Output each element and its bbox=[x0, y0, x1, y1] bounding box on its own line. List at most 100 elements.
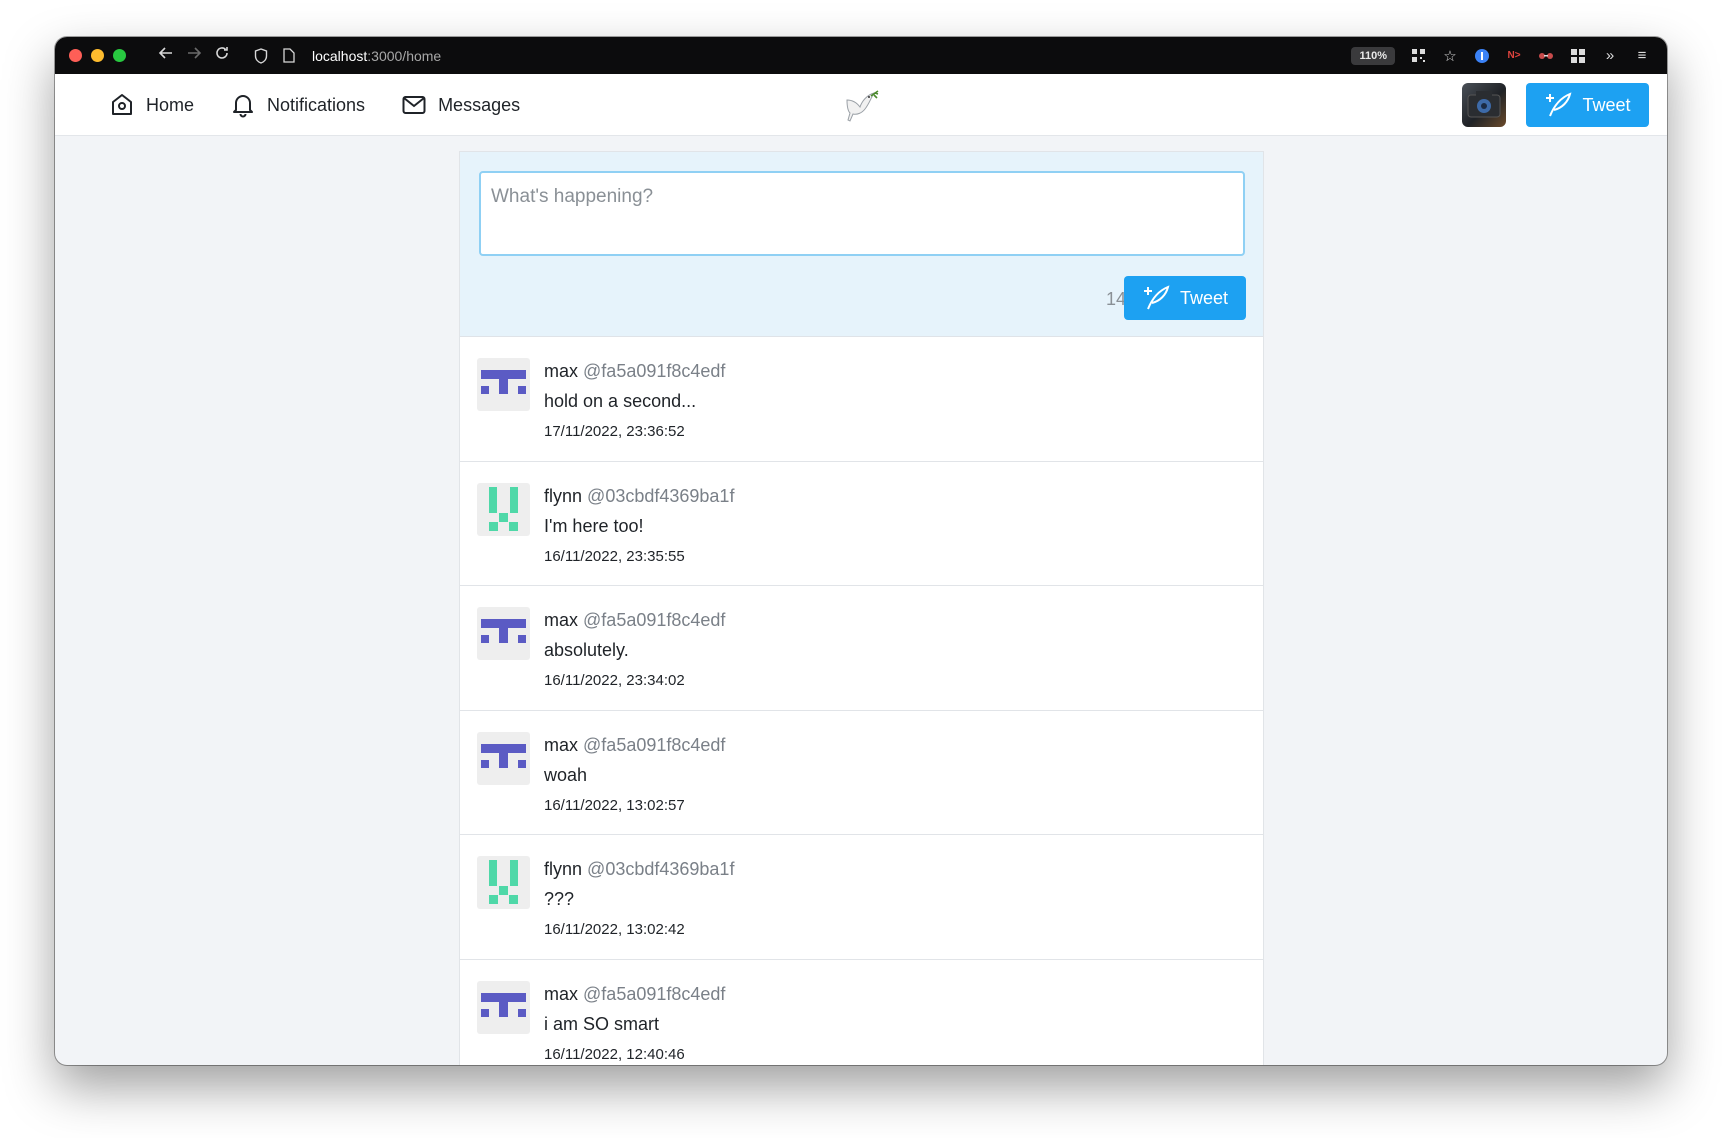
nav-links: Home Notifications Messages bbox=[109, 74, 520, 136]
nav-messages[interactable]: Messages bbox=[401, 92, 520, 118]
identicon-icon bbox=[489, 486, 518, 531]
forward-arrow-icon[interactable] bbox=[180, 37, 208, 74]
tweet-author-avatar[interactable] bbox=[477, 731, 530, 785]
tweet-header: flynn @03cbdf4369ba1f bbox=[544, 855, 734, 883]
tweet-composer: 140 Tweet bbox=[460, 152, 1263, 337]
tweet-list: max @fa5a091f8c4edf hold on a second... … bbox=[460, 337, 1263, 1065]
identicon-icon bbox=[481, 370, 526, 394]
extension-glasses-icon[interactable] bbox=[1537, 47, 1555, 65]
user-avatar[interactable] bbox=[1462, 83, 1506, 127]
tweet-body: max @fa5a091f8c4edf absolutely. 16/11/20… bbox=[544, 606, 725, 696]
bookmark-star-icon[interactable]: ☆ bbox=[1441, 47, 1459, 65]
extension-nd-icon[interactable]: N> bbox=[1505, 47, 1523, 65]
tweet-author-handle[interactable]: @fa5a091f8c4edf bbox=[583, 735, 725, 755]
tweet-button-header-label: Tweet bbox=[1582, 94, 1631, 115]
identicon-icon bbox=[481, 743, 526, 768]
tweet-author-avatar[interactable] bbox=[477, 482, 530, 536]
tweet-header: flynn @03cbdf4369ba1f bbox=[544, 482, 734, 510]
tweet-text: I'm here too! bbox=[544, 515, 644, 536]
tweet-item[interactable]: flynn @03cbdf4369ba1f ??? 16/11/2022, 13… bbox=[460, 835, 1263, 960]
tweet-text: woah bbox=[544, 764, 588, 785]
tweet-text: ??? bbox=[544, 889, 575, 909]
url-text[interactable]: localhost:3000/home bbox=[312, 48, 441, 64]
shield-icon[interactable] bbox=[250, 47, 272, 64]
back-arrow-icon[interactable] bbox=[152, 37, 180, 74]
toolbar-extensions: 110% ☆ N> » ≡ bbox=[1351, 46, 1651, 65]
address-bar[interactable]: localhost:3000/home bbox=[250, 48, 441, 64]
browser-window: localhost:3000/home 110% ☆ N> » ≡ Home N… bbox=[55, 37, 1667, 1065]
tweet-author-avatar[interactable] bbox=[477, 856, 530, 909]
tweet-author-handle[interactable]: @fa5a091f8c4edf bbox=[583, 984, 725, 1004]
feed: 140 Tweet max @fa5a091f8c4edf hold on a … bbox=[459, 151, 1264, 1065]
envelope-icon bbox=[402, 96, 426, 114]
tweet-item[interactable]: max @fa5a091f8c4edf woah 16/11/2022, 13:… bbox=[460, 711, 1263, 835]
home-icon bbox=[112, 94, 132, 115]
tweet-author-avatar[interactable] bbox=[477, 607, 530, 660]
identicon-icon bbox=[481, 992, 526, 1017]
minimize-window-button[interactable] bbox=[91, 49, 104, 62]
extensions-grid-icon[interactable] bbox=[1569, 47, 1587, 65]
tweet-submit-label: Tweet bbox=[1179, 287, 1229, 308]
tweet-item[interactable]: max @fa5a091f8c4edf absolutely. 16/11/20… bbox=[460, 586, 1263, 711]
dove-logo-icon[interactable] bbox=[841, 84, 883, 131]
close-window-button[interactable] bbox=[69, 49, 82, 62]
window-controls bbox=[69, 49, 126, 62]
maximize-window-button[interactable] bbox=[113, 49, 126, 62]
tweet-body: flynn @03cbdf4369ba1f ??? 16/11/2022, 13… bbox=[544, 855, 734, 945]
page-icon bbox=[278, 48, 300, 63]
tweet-author-name[interactable]: max bbox=[544, 361, 578, 381]
overflow-chevron-icon[interactable]: » bbox=[1601, 47, 1619, 65]
tweet-body: flynn @03cbdf4369ba1f I'm here too! 16/1… bbox=[544, 482, 734, 572]
tweet-body: max @fa5a091f8c4edf i am SO smart 16/11/… bbox=[544, 980, 725, 1066]
nav-home-label: Home bbox=[146, 94, 195, 115]
tweet-author-name[interactable]: flynn bbox=[544, 859, 582, 879]
tweet-header: max @fa5a091f8c4edf bbox=[544, 606, 725, 634]
tweet-item[interactable]: max @fa5a091f8c4edf hold on a second... … bbox=[460, 337, 1263, 462]
tweet-author-handle[interactable]: @03cbdf4369ba1f bbox=[587, 859, 734, 879]
tweet-header: max @fa5a091f8c4edf bbox=[544, 357, 725, 385]
tweet-timestamp: 16/11/2022, 13:02:57 bbox=[544, 796, 685, 814]
nav-home[interactable]: Home bbox=[109, 92, 194, 118]
zoom-level[interactable]: 110% bbox=[1351, 46, 1395, 65]
tweet-input[interactable] bbox=[479, 171, 1245, 256]
tweet-author-name[interactable]: flynn bbox=[544, 486, 582, 506]
tweet-timestamp: 16/11/2022, 13:02:42 bbox=[544, 921, 685, 938]
qr-code-icon[interactable] bbox=[1409, 47, 1427, 65]
tweet-header: max @fa5a091f8c4edf bbox=[544, 980, 725, 1008]
tweet-author-name[interactable]: max bbox=[544, 984, 578, 1004]
tweet-author-handle[interactable]: @03cbdf4369ba1f bbox=[587, 486, 734, 506]
tweet-submit-button[interactable]: Tweet bbox=[1124, 276, 1246, 320]
tweet-author-name[interactable]: max bbox=[544, 610, 578, 630]
tweet-header: max @fa5a091f8c4edf bbox=[544, 731, 725, 759]
tweet-timestamp: 16/11/2022, 12:40:46 bbox=[544, 1045, 685, 1063]
reload-icon[interactable] bbox=[208, 37, 236, 74]
tweet-author-handle[interactable]: @fa5a091f8c4edf bbox=[583, 610, 725, 630]
quill-icon bbox=[1546, 92, 1572, 117]
nav-notifications-label: Notifications bbox=[267, 94, 366, 115]
tweet-text: i am SO smart bbox=[544, 1013, 660, 1034]
nav-messages-label: Messages bbox=[438, 94, 521, 115]
tweet-item[interactable]: flynn @03cbdf4369ba1f I'm here too! 16/1… bbox=[460, 462, 1263, 586]
identicon-icon bbox=[481, 619, 526, 643]
app-navbar: Home Notifications Messages Tweet bbox=[55, 74, 1667, 136]
bell-icon bbox=[233, 95, 254, 118]
hamburger-menu-icon[interactable]: ≡ bbox=[1633, 47, 1651, 65]
quill-icon bbox=[1143, 285, 1170, 310]
tweet-text: hold on a second... bbox=[544, 391, 697, 411]
tweet-author-name[interactable]: max bbox=[544, 735, 578, 755]
tweet-body: max @fa5a091f8c4edf hold on a second... … bbox=[544, 357, 725, 447]
tweet-item[interactable]: max @fa5a091f8c4edf i am SO smart 16/11/… bbox=[460, 960, 1263, 1066]
tweet-timestamp: 17/11/2022, 23:36:52 bbox=[544, 423, 685, 440]
url-host: localhost bbox=[312, 47, 368, 64]
url-path: :3000/home bbox=[367, 47, 442, 64]
tweet-author-handle[interactable]: @fa5a091f8c4edf bbox=[583, 361, 725, 381]
tweet-author-avatar[interactable] bbox=[477, 358, 530, 411]
identicon-icon bbox=[489, 860, 518, 904]
tweet-body: max @fa5a091f8c4edf woah 16/11/2022, 13:… bbox=[544, 731, 725, 821]
tweet-timestamp: 16/11/2022, 23:35:55 bbox=[544, 547, 685, 565]
tweet-text: absolutely. bbox=[544, 640, 629, 660]
tweet-author-avatar[interactable] bbox=[477, 980, 530, 1034]
password-manager-icon[interactable] bbox=[1473, 47, 1491, 65]
tweet-button-header[interactable]: Tweet bbox=[1526, 83, 1649, 127]
nav-notifications[interactable]: Notifications bbox=[230, 92, 365, 118]
